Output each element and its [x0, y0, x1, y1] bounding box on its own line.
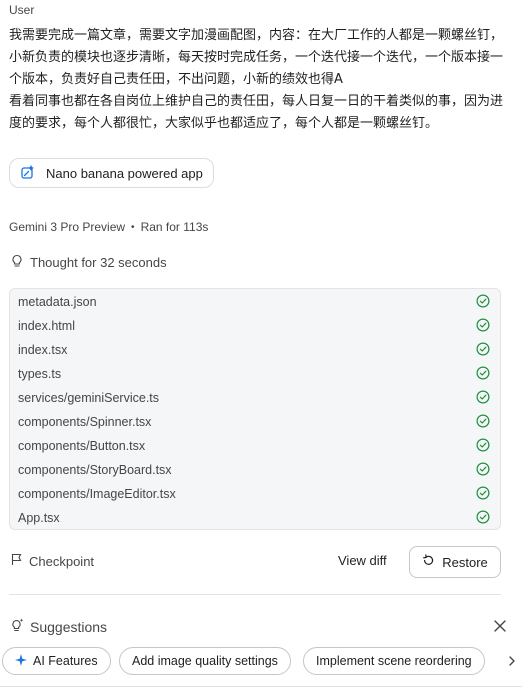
file-name: App.tsx — [18, 511, 60, 525]
thought-label: Thought for 32 seconds — [30, 255, 167, 270]
check-circle-icon — [476, 437, 490, 455]
run-meta: Gemini 3 Pro Preview • Ran for 113s — [9, 220, 208, 234]
suggestion-chip-ai-features[interactable]: AI Features — [2, 647, 111, 675]
file-row[interactable]: components/Spinner.tsx — [10, 410, 500, 434]
lightbulb-icon — [10, 254, 24, 271]
check-circle-icon — [476, 485, 490, 503]
file-name: services/geminiService.ts — [18, 391, 160, 405]
suggestion-label: Implement scene reordering — [316, 654, 472, 668]
restore-icon — [422, 554, 435, 570]
suggestion-chip-scene-reordering[interactable]: Implement scene reordering — [303, 647, 485, 675]
file-name: types.ts — [18, 367, 62, 381]
app-chip[interactable]: Nano banana powered app — [9, 158, 214, 188]
suggestion-label: AI Features — [33, 654, 98, 668]
file-name: index.html — [18, 319, 75, 333]
model-name: Gemini 3 Pro Preview — [9, 220, 126, 234]
sparkle-edit-icon — [20, 164, 36, 183]
file-row[interactable]: components/StoryBoard.tsx — [10, 458, 500, 482]
bottom-divider — [0, 686, 522, 687]
suggestions-header: Suggestions — [10, 618, 107, 635]
check-circle-icon — [476, 461, 490, 479]
suggestion-row: AI Features Add image quality settings I… — [2, 647, 522, 675]
file-row[interactable]: index.html — [10, 314, 500, 338]
file-row[interactable]: types.ts — [10, 362, 500, 386]
file-name: index.tsx — [18, 343, 68, 357]
checkpoint: Checkpoint — [10, 553, 94, 569]
check-circle-icon — [476, 317, 490, 335]
file-name: components/Spinner.tsx — [18, 415, 152, 429]
file-row[interactable]: components/Button.tsx — [10, 434, 500, 458]
file-row[interactable]: index.tsx — [10, 338, 500, 362]
lightbulb-sparkle-icon — [10, 618, 24, 635]
file-name: components/Button.tsx — [18, 439, 146, 453]
flag-icon — [10, 553, 23, 569]
suggestions-title: Suggestions — [30, 618, 108, 635]
check-circle-icon — [476, 413, 490, 431]
file-name: components/ImageEditor.tsx — [18, 487, 176, 501]
file-row[interactable]: App.tsx — [10, 506, 500, 530]
check-circle-icon — [476, 293, 490, 311]
close-icon[interactable] — [493, 619, 507, 633]
check-circle-icon — [476, 341, 490, 359]
file-row[interactable]: services/geminiService.ts — [10, 386, 500, 410]
file-list: metadata.json index.html index.tsx types.ts… — [9, 288, 501, 530]
check-circle-icon — [476, 509, 490, 527]
chat-turn: User 我需要完成一篇文章，需要文字加漫画配图，内容：在大厂工作的人都是一颗螺… — [0, 0, 522, 689]
check-circle-icon — [476, 389, 490, 407]
file-row[interactable]: components/ImageEditor.tsx — [10, 482, 500, 506]
chevron-right-icon[interactable] — [505, 654, 519, 668]
check-circle-icon — [476, 365, 490, 383]
checkpoint-label: Checkpoint — [29, 553, 95, 569]
user-prompt-text: 我需要完成一篇文章，需要文字加漫画配图，内容：在大厂工作的人都是一颗螺丝钉，小新… — [9, 28, 504, 131]
app-chip-label: Nano banana powered app — [46, 165, 203, 181]
message-role-label: User — [9, 3, 35, 17]
restore-button[interactable]: Restore — [409, 546, 501, 578]
sparkle-icon — [15, 653, 27, 669]
suggestion-chip-image-quality[interactable]: Add image quality settings — [119, 647, 291, 675]
separator-dot: • — [131, 221, 135, 233]
suggestion-label: Add image quality settings — [132, 654, 278, 668]
thought-toggle[interactable]: Thought for 32 seconds — [10, 254, 167, 271]
section-divider — [9, 594, 501, 595]
restore-label: Restore — [442, 554, 488, 570]
run-duration: Ran for 113s — [140, 220, 209, 234]
file-row[interactable]: metadata.json — [10, 290, 500, 314]
view-diff-button[interactable]: View diff — [338, 553, 387, 568]
file-name: metadata.json — [18, 295, 97, 309]
file-name: components/StoryBoard.tsx — [18, 463, 172, 477]
